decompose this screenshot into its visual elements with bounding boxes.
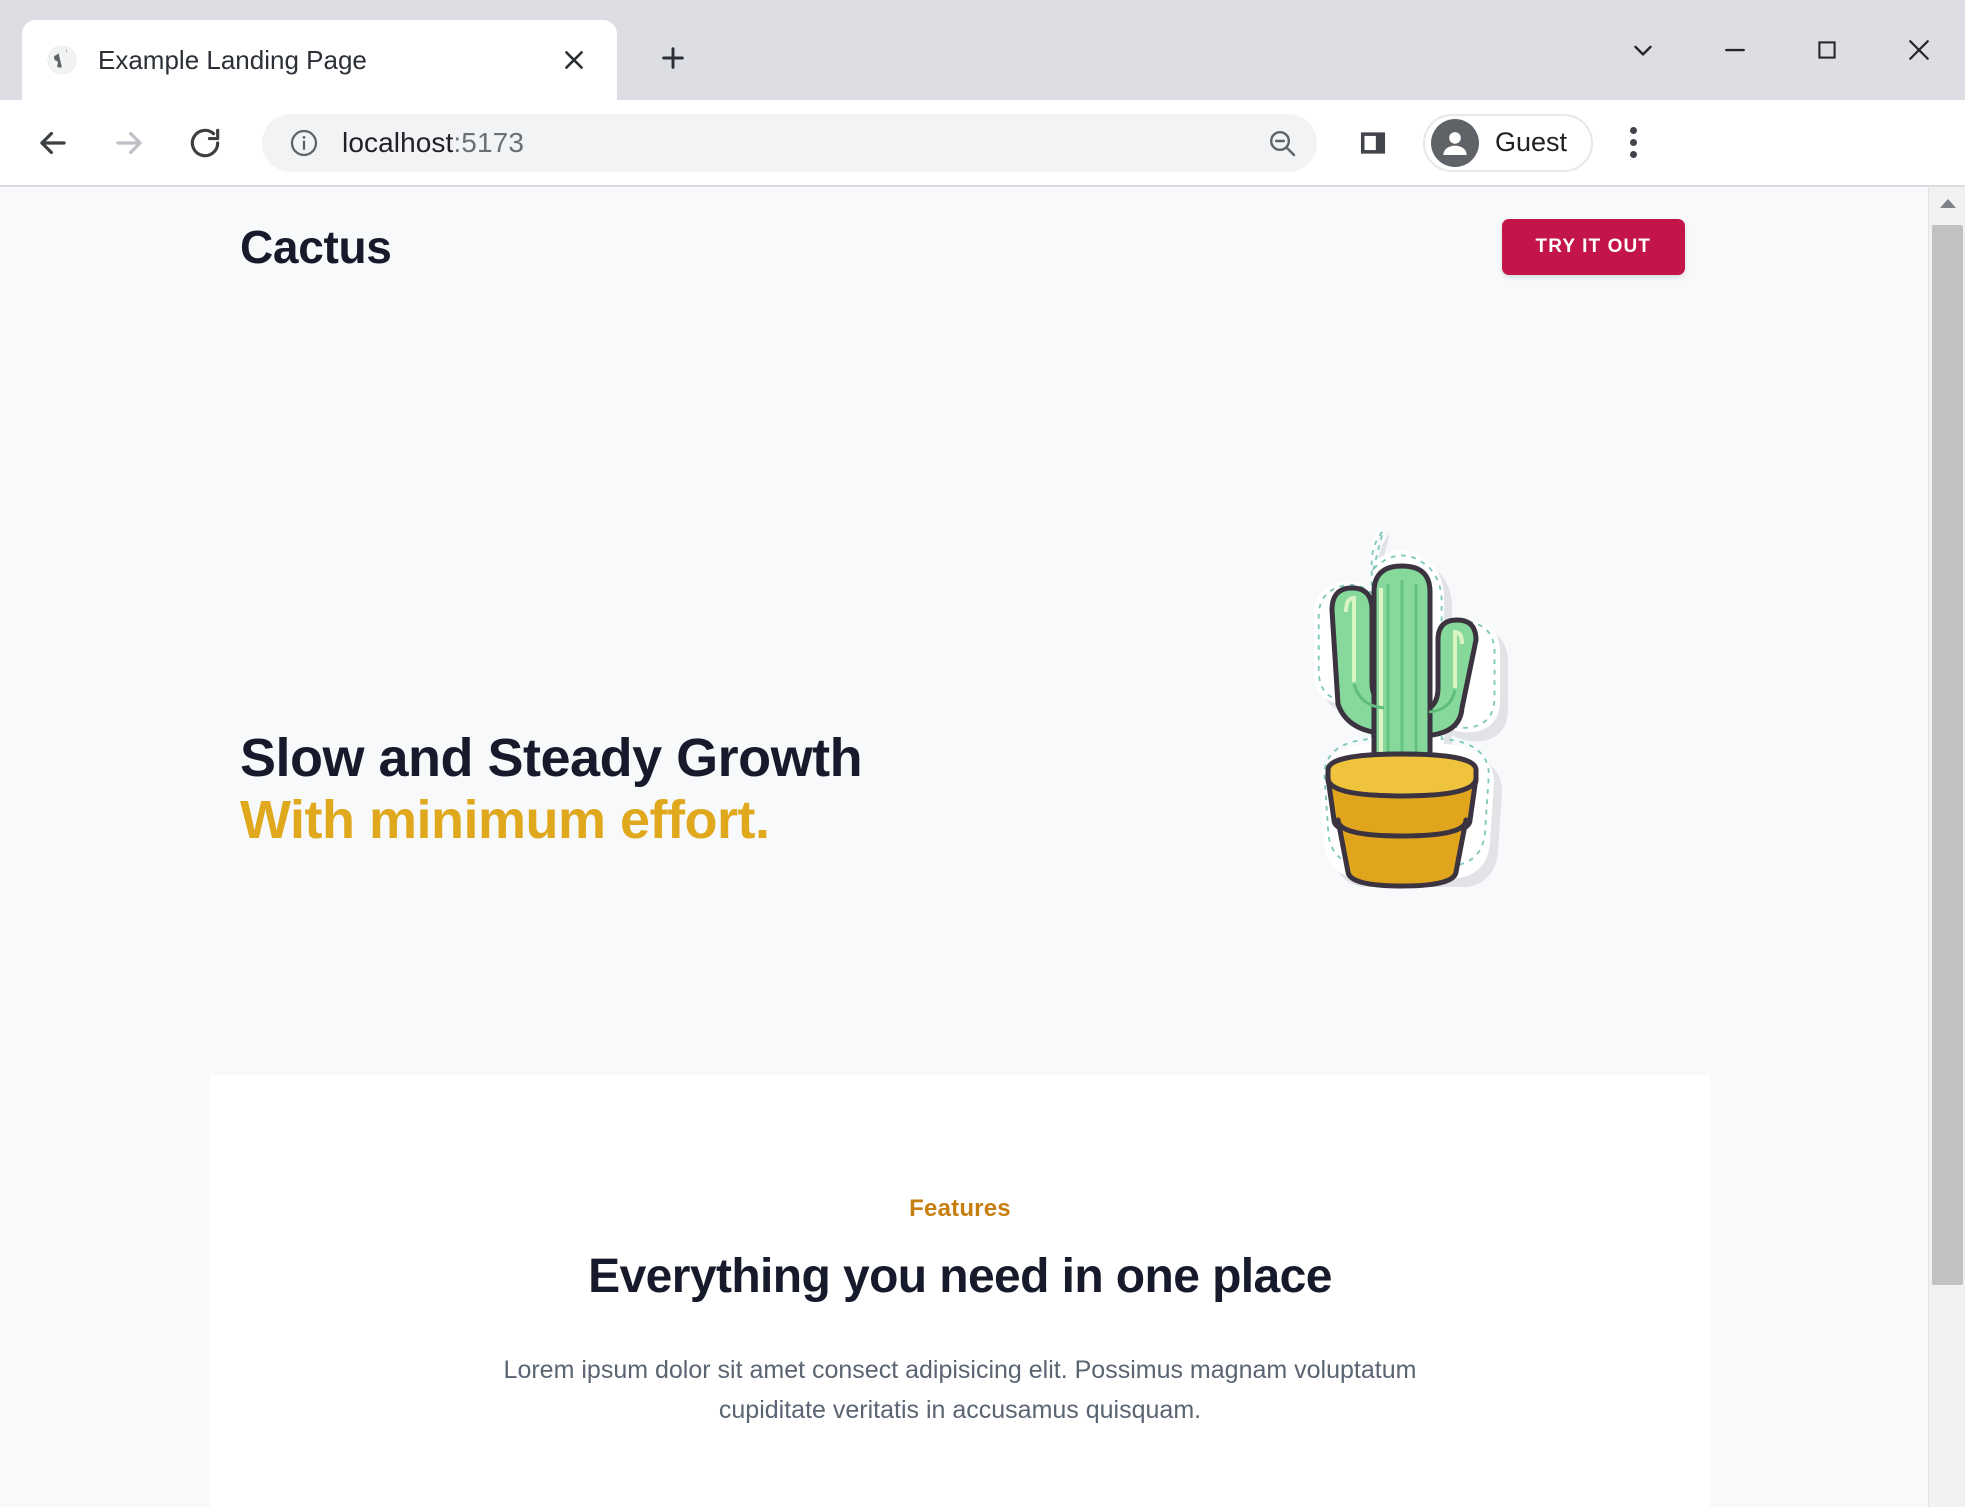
- kebab-menu-icon[interactable]: [1605, 115, 1661, 171]
- chevron-down-icon[interactable]: [1597, 5, 1689, 95]
- kebab-dot-2: [1629, 139, 1637, 146]
- minimize-icon[interactable]: [1689, 5, 1781, 95]
- cactus-illustration: [1280, 512, 1525, 902]
- browser-window: Example Landing Page localhost:5173 Gues…: [0, 0, 1965, 1507]
- site-header: Cactus TRY IT OUT: [0, 187, 1928, 307]
- browser-tab[interactable]: Example Landing Page: [22, 20, 617, 100]
- window-controls: [1597, 0, 1965, 100]
- url-port: :5173: [453, 126, 524, 158]
- hero-section: Slow and Steady Growth With minimum effo…: [0, 307, 1928, 1075]
- features-section: Features Everything you need in one plac…: [210, 1075, 1710, 1507]
- tab-title: Example Landing Page: [98, 44, 367, 75]
- forward-button: [98, 112, 160, 174]
- close-window-icon[interactable]: [1873, 5, 1965, 95]
- vertical-scrollbar[interactable]: [1928, 187, 1965, 1507]
- url-host: localhost: [342, 126, 454, 158]
- page-viewport: Cactus TRY IT OUT Slow and Steady Growth…: [0, 187, 1965, 1507]
- title-bar: Example Landing Page: [0, 0, 1965, 100]
- scroll-up-arrow-icon[interactable]: [1929, 187, 1965, 219]
- kebab-dot-3: [1629, 151, 1637, 158]
- hero-headline-line1: Slow and Steady Growth: [240, 728, 863, 788]
- profile-name: Guest: [1495, 127, 1568, 157]
- landing-page: Cactus TRY IT OUT Slow and Steady Growth…: [0, 187, 1928, 1507]
- reload-button[interactable]: [174, 112, 236, 174]
- globe-icon: [44, 42, 80, 78]
- hero-copy: Slow and Steady Growth With minimum effo…: [240, 727, 863, 851]
- zoom-out-icon[interactable]: [1257, 118, 1307, 168]
- brand-logo[interactable]: Cactus: [240, 220, 392, 274]
- info-circle-icon[interactable]: [288, 127, 320, 159]
- new-tab-button[interactable]: [645, 30, 701, 86]
- back-button[interactable]: [22, 112, 84, 174]
- url-text: localhost:5173: [342, 127, 524, 159]
- maximize-icon[interactable]: [1781, 5, 1873, 95]
- features-eyebrow: Features: [909, 1195, 1011, 1222]
- features-title: Everything you need in one place: [588, 1250, 1332, 1303]
- features-subtitle: Lorem ipsum dolor sit amet consect adipi…: [503, 1356, 1417, 1424]
- try-it-out-button[interactable]: TRY IT OUT: [1501, 219, 1685, 275]
- close-icon[interactable]: [553, 39, 595, 81]
- person-icon: [1431, 118, 1479, 167]
- browser-chrome: Example Landing Page localhost:5173 Gues…: [0, 0, 1965, 187]
- kebab-dot-1: [1629, 127, 1637, 134]
- address-bar[interactable]: localhost:5173: [262, 113, 1317, 172]
- hero-headline-line2: With minimum effort.: [240, 790, 770, 851]
- browser-toolbar: localhost:5173 Guest: [0, 100, 1965, 186]
- scrollbar-thumb[interactable]: [1932, 225, 1963, 1285]
- profile-chip[interactable]: Guest: [1423, 113, 1594, 172]
- side-panel-icon[interactable]: [1345, 115, 1401, 171]
